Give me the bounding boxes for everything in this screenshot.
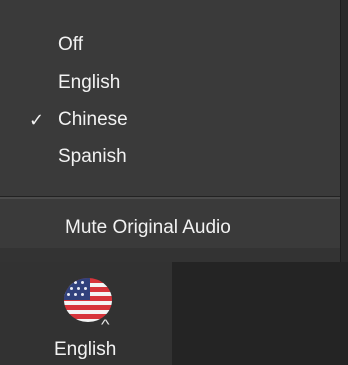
mute-original-audio-item[interactable]: Mute Original Audio [0, 208, 340, 248]
menu-item-chinese[interactable]: ✓ Chinese [0, 101, 340, 139]
checkmark-icon: ✓ [29, 109, 45, 130]
language-button-label: English [54, 339, 117, 360]
menu-bottom-edge [0, 248, 340, 262]
meeting-toolbar: ^ English [0, 262, 348, 365]
menu-item-spanish[interactable]: Spanish [0, 138, 340, 176]
menu-item-label: Off [58, 34, 83, 55]
menu-divider [0, 196, 340, 199]
caret-up-icon[interactable]: ^ [101, 316, 110, 332]
interpretation-panel: Off English ✓ Chinese Spanish Mute Origi… [0, 0, 348, 365]
menu-item-label: English [58, 72, 121, 93]
interpretation-language-button[interactable]: ^ English [0, 262, 172, 365]
menu-item-label: Spanish [58, 146, 127, 167]
flag-canton [64, 278, 90, 300]
menu-item-english[interactable]: English [0, 64, 340, 102]
mute-original-audio-label: Mute Original Audio [65, 217, 231, 238]
menu-item-off[interactable]: Off [0, 26, 340, 64]
language-popup-menu: Off English ✓ Chinese Spanish Mute Origi… [0, 0, 341, 262]
menu-item-label: Chinese [58, 109, 128, 130]
